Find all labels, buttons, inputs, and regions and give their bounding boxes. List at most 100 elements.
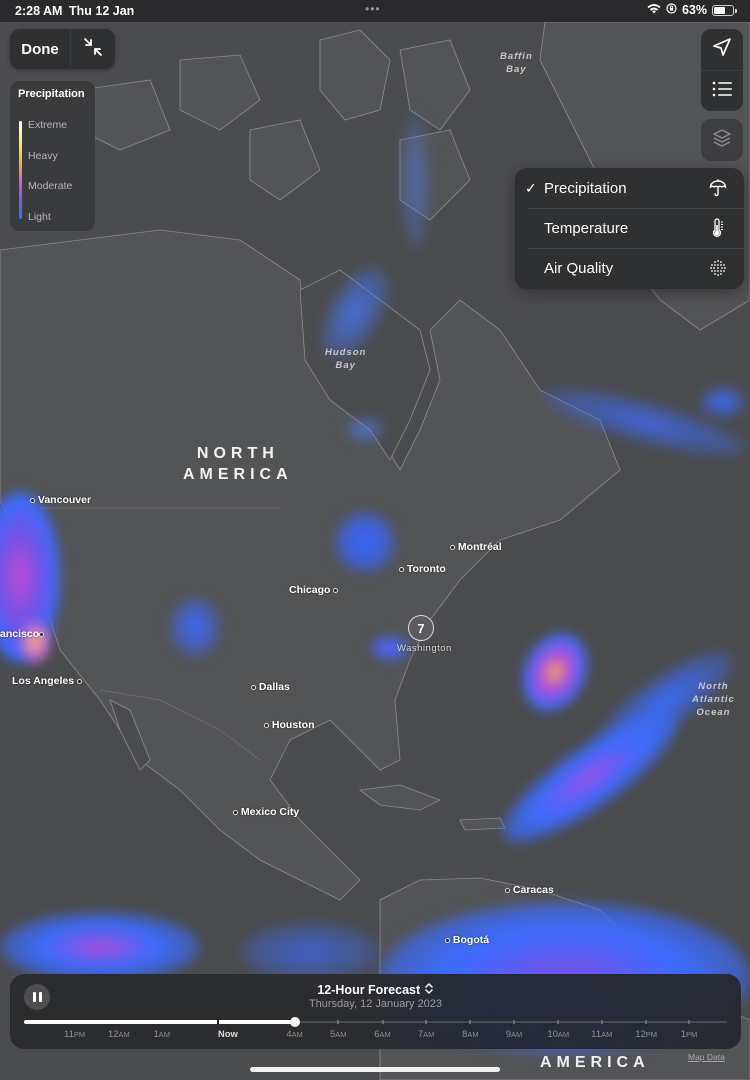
continent-label-south-america: AMERICA	[540, 1054, 650, 1071]
timeline-label[interactable]: 8AM	[462, 1029, 479, 1040]
city-washington[interactable]: Washington	[397, 643, 452, 654]
city-toronto[interactable]: Toronto	[399, 563, 446, 575]
status-bar: 2:28 AM Thu 12 Jan ••• 63%	[0, 0, 750, 22]
legend-title: Precipitation	[18, 88, 85, 100]
battery-percent: 63%	[681, 3, 707, 17]
timeline-label[interactable]: 1AM	[154, 1029, 171, 1040]
timeline-tick	[381, 1020, 384, 1024]
city-vancouver[interactable]: Vancouver	[30, 494, 91, 506]
forecast-timeline: 12-Hour Forecast Thursday, 12 January 20…	[10, 974, 741, 1049]
layers-button[interactable]	[701, 119, 743, 161]
timeline-tick	[600, 1020, 603, 1024]
city-dot	[264, 722, 269, 728]
precipitation-legend: Precipitation Extreme Heavy Moderate Lig…	[10, 81, 95, 231]
timeline-progress	[24, 1020, 295, 1024]
menu-item-label: Air Quality	[544, 259, 614, 277]
timeline-tick	[645, 1020, 648, 1024]
legend-item-heavy: Heavy	[28, 150, 58, 162]
legend-item-moderate: Moderate	[28, 180, 73, 192]
city-dot	[333, 587, 339, 593]
city-los-angeles[interactable]: Los Angeles	[12, 675, 82, 687]
list-icon	[712, 81, 732, 102]
battery-icon	[712, 4, 737, 16]
city-dot	[450, 544, 455, 550]
menu-item-label: Temperature	[544, 219, 629, 237]
menu-item-precipitation[interactable]: ✓ Precipitation	[515, 168, 744, 208]
multitasking-dots[interactable]: •••	[365, 2, 381, 16]
timeline-label[interactable]: 6AM	[374, 1029, 391, 1040]
city-houston[interactable]: Houston	[264, 719, 315, 731]
city-dot	[76, 678, 82, 684]
city-mexico-city[interactable]: Mexico City	[233, 806, 299, 818]
air-quality-dots-icon	[708, 258, 728, 278]
forecast-selector[interactable]: 12-Hour Forecast	[10, 983, 741, 997]
thermometer-icon	[708, 218, 728, 238]
city-bogota[interactable]: Bogotá	[445, 934, 489, 946]
timeline-label[interactable]: 11PM	[64, 1029, 85, 1040]
timeline-label[interactable]: 1PM	[681, 1029, 698, 1040]
timeline-thumb[interactable]	[289, 1017, 300, 1027]
forecast-title: 12-Hour Forecast	[317, 983, 421, 997]
location-button[interactable]	[701, 29, 743, 70]
city-dot	[30, 497, 35, 503]
checkmark-icon: ✓	[525, 179, 537, 196]
menu-item-temperature[interactable]: Temperature	[515, 208, 744, 248]
city-dallas[interactable]: Dallas	[251, 681, 290, 693]
timeline-tick	[688, 1020, 691, 1024]
city-dot	[233, 809, 238, 815]
list-button[interactable]	[701, 71, 743, 111]
status-time: 2:28 AM	[15, 4, 63, 18]
water-label-north-atlantic: North Atlantic Ocean	[692, 681, 735, 718]
legend-item-extreme: Extreme	[28, 119, 68, 131]
timeline-label[interactable]: 12PM	[635, 1029, 657, 1040]
city-caracas[interactable]: Caracas	[505, 884, 554, 896]
menu-item-air-quality[interactable]: Air Quality	[515, 248, 744, 288]
timeline-label[interactable]: 12AM	[108, 1029, 130, 1040]
umbrella-icon	[708, 178, 728, 198]
location-badge[interactable]: 7	[408, 615, 434, 641]
map-data-link[interactable]: Map Data	[688, 1052, 725, 1062]
legend-item-light: Light	[28, 211, 51, 223]
city-dot	[445, 937, 450, 943]
map-controls-group	[701, 29, 743, 111]
timeline-label[interactable]: 11AM	[591, 1029, 612, 1040]
water-label-hudson-bay: Hudson Bay	[325, 347, 367, 371]
city-dot	[251, 684, 256, 690]
wifi-icon	[647, 3, 661, 17]
water-label-baffin-bay: Baffin Bay	[500, 51, 533, 75]
forecast-date: Thursday, 12 January 2023	[308, 998, 443, 1010]
timeline-scrubber[interactable]	[24, 1017, 727, 1027]
chevron-up-down-icon	[424, 983, 434, 997]
collapse-button[interactable]	[71, 29, 115, 69]
legend-gradient-bar	[19, 121, 22, 219]
timeline-label[interactable]: 5AM	[330, 1029, 347, 1040]
home-indicator[interactable]	[250, 1067, 500, 1072]
done-button[interactable]: Done	[10, 29, 70, 69]
city-montreal[interactable]: Montréal	[450, 541, 502, 553]
layer-menu: ✓ Precipitation Temperature Air Quality	[515, 168, 744, 289]
menu-item-label: Precipitation	[544, 179, 627, 197]
timeline-label[interactable]: 4AM	[286, 1029, 303, 1040]
timeline-tick	[469, 1020, 472, 1024]
city-dot	[399, 566, 404, 572]
timeline-label[interactable]: Now	[218, 1029, 238, 1040]
timeline-tick	[425, 1020, 428, 1024]
timeline-tick	[512, 1020, 515, 1024]
layers-icon	[711, 127, 733, 154]
timeline-tick	[337, 1020, 340, 1024]
city-dot	[39, 631, 45, 637]
location-arrow-icon	[712, 37, 732, 62]
orientation-lock-icon	[666, 3, 677, 17]
city-san-francisco[interactable]: ancisco	[0, 628, 45, 640]
now-marker	[217, 1018, 220, 1026]
arrows-collapse-icon	[83, 37, 103, 62]
city-chicago[interactable]: Chicago	[289, 584, 339, 596]
timeline-label[interactable]: 10AM	[547, 1029, 569, 1040]
done-collapse-group: Done	[10, 29, 115, 69]
timeline-label[interactable]: 9AM	[506, 1029, 523, 1040]
timeline-tick	[557, 1020, 560, 1024]
timeline-label[interactable]: 7AM	[418, 1029, 435, 1040]
continent-label-north-america: NORTH AMERICA	[183, 445, 293, 483]
status-date: Thu 12 Jan	[69, 4, 135, 18]
city-dot	[505, 887, 510, 893]
